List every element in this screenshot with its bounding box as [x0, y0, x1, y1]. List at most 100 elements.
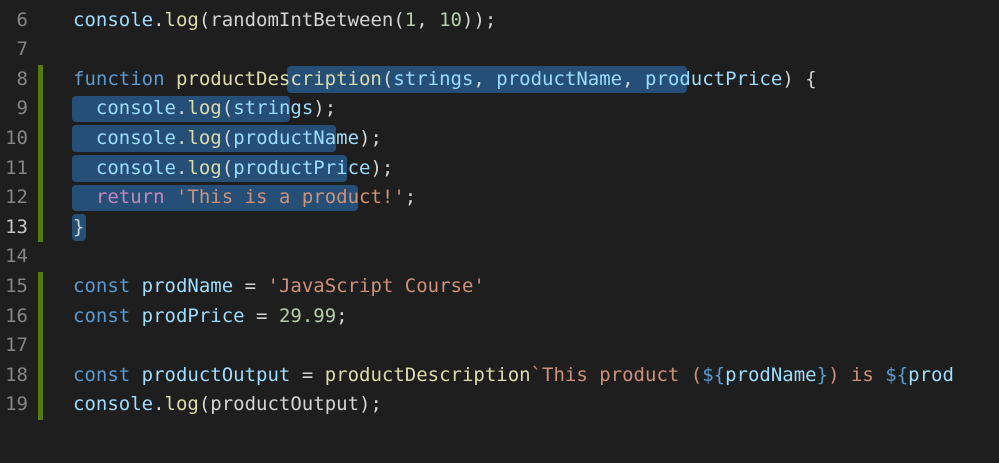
code-token: prodName	[725, 363, 817, 386]
code-token: (	[381, 67, 394, 90]
git-change-bar[interactable]	[38, 271, 43, 420]
code-token: ;	[336, 304, 348, 327]
code-token: (productOutput);	[198, 393, 382, 416]
code-token: const	[73, 274, 131, 297]
code-token: 'This is a product!'	[175, 186, 405, 209]
line-number: 13	[5, 215, 28, 238]
code-token: log	[164, 393, 199, 416]
code-token: console	[95, 126, 176, 149]
code-token: log	[164, 8, 199, 31]
code-token: (	[221, 126, 234, 149]
code-token: ${	[885, 363, 909, 386]
code-token: 'JavaScript Course'	[267, 274, 485, 297]
code-token: log	[187, 97, 222, 120]
line-number: 6	[16, 8, 28, 31]
code-token: productOutput	[141, 363, 291, 386]
code-token: ,	[416, 8, 440, 31]
code-token: const	[73, 304, 131, 327]
code-token: console	[73, 8, 154, 31]
code-token: strings	[233, 97, 314, 120]
code-token: );	[313, 97, 337, 120]
code-token: =	[290, 363, 325, 386]
code-token: .	[153, 8, 165, 31]
code-token: (	[221, 156, 234, 179]
code-token: .	[175, 156, 188, 179]
code-token: productPrice	[645, 67, 783, 90]
code-token: .	[153, 393, 165, 416]
code-line[interactable]: console.log(productOutput);	[73, 390, 382, 420]
code-token: `This product (	[530, 363, 703, 386]
code-token: const	[73, 363, 131, 386]
code-token: );	[370, 156, 394, 179]
code-token: return	[95, 186, 165, 209]
code-token: log	[187, 126, 222, 149]
code-line[interactable]: function productDescription(strings, pro…	[73, 65, 817, 95]
code-token: =	[233, 274, 268, 297]
code-token: console	[73, 393, 154, 416]
git-change-bar[interactable]	[38, 64, 43, 243]
code-editor[interactable]: 6 console.log(randomIntBetween(1, 10)); 7 8…	[0, 0, 999, 463]
code-token: ,	[473, 67, 497, 90]
code-token: 10	[439, 8, 462, 31]
code-token: productDescription	[175, 67, 382, 90]
line-number: 10	[5, 126, 28, 149]
code-token: prodName	[141, 274, 234, 297]
code-token: console	[95, 97, 176, 120]
code-token: =	[244, 304, 279, 327]
line-number: 15	[5, 274, 28, 297]
code-line[interactable]: return 'This is a product!';	[73, 183, 416, 213]
code-token: ) {	[782, 67, 817, 90]
code-token: );	[359, 126, 382, 149]
code-token: 1	[404, 8, 417, 31]
code-token: ));	[462, 8, 497, 31]
line-number: 18	[5, 363, 28, 386]
code-token: prod	[908, 363, 954, 386]
code-token: }	[73, 215, 85, 238]
code-token: productName	[496, 67, 623, 90]
code-line[interactable]: console.log(productName);	[73, 124, 382, 154]
code-token: ) is	[828, 363, 886, 386]
line-number: 9	[16, 97, 28, 120]
code-line[interactable]: const prodName = 'JavaScript Course'	[73, 272, 485, 302]
line-number: 16	[5, 304, 28, 327]
code-token: productDescription	[324, 363, 531, 386]
code-line[interactable]: console.log(randomIntBetween(1, 10));	[73, 6, 496, 36]
line-number: 8	[16, 67, 28, 90]
code-token: }	[816, 363, 829, 386]
line-number: 7	[16, 38, 28, 61]
code-line[interactable]: }	[73, 213, 84, 243]
code-token: prodPrice	[141, 304, 245, 327]
code-line[interactable]: console.log(productPrice);	[73, 154, 393, 184]
code-token: productPrice	[233, 156, 371, 179]
line-number: 19	[5, 393, 28, 416]
code-line[interactable]: const prodPrice = 29.99;	[73, 302, 348, 332]
code-token: (randomIntBetween(	[198, 8, 405, 31]
line-number: 11	[5, 156, 28, 179]
line-number: 14	[5, 245, 28, 268]
line-number: 12	[5, 186, 28, 209]
code-token: console	[95, 156, 176, 179]
code-token: .	[175, 126, 188, 149]
code-token: log	[187, 156, 222, 179]
line-number: 17	[5, 334, 28, 357]
code-token: 29.99	[278, 304, 337, 327]
code-token: .	[175, 97, 188, 120]
code-token: strings	[393, 67, 474, 90]
code-token: productName	[233, 126, 360, 149]
code-line[interactable]: console.log(strings);	[73, 94, 336, 124]
code-token: ${	[702, 363, 726, 386]
code-token: function	[73, 67, 165, 90]
code-token: ;	[404, 186, 417, 209]
code-token: ,	[622, 67, 646, 90]
code-token: (	[221, 97, 234, 120]
code-line[interactable]: const productOutput = productDescription…	[73, 361, 954, 391]
